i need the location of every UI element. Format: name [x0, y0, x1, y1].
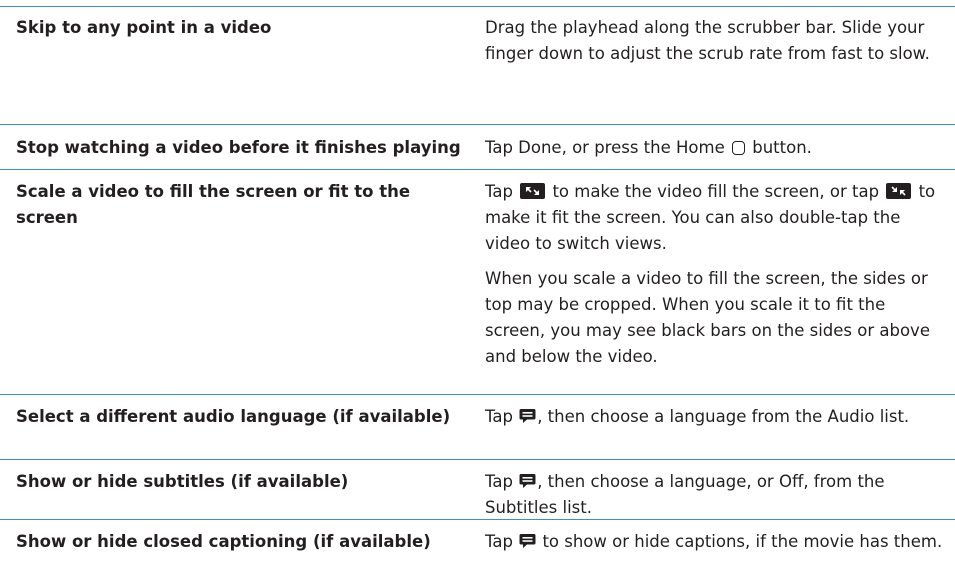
description-text: Tap Done, or press the Home button.: [485, 135, 945, 161]
description-text-part: Tap: [485, 407, 513, 426]
description-text-part: Tap Done, or press the Home: [485, 138, 725, 157]
action-label: Show or hide subtitles (if available): [16, 472, 349, 491]
action-label: Scale a video to fill the screen or fit …: [16, 182, 411, 227]
description-text: Drag the playhead along the scrubber bar…: [485, 18, 930, 63]
description-text-part: Tap: [485, 182, 513, 201]
description-text: When you scale a video to fill the scree…: [485, 269, 930, 366]
action-label: Skip to any point in a video: [16, 18, 272, 37]
table-row: Show or hide subtitles (if available) Ta…: [0, 459, 955, 519]
speech-bubble-icon: [519, 409, 536, 423]
description-text: Tap to show or hide captions, if the mov…: [485, 529, 945, 555]
action-description: Tap to show or hide captions, if the mov…: [485, 529, 945, 555]
action-label: Show or hide closed captioning (if avail…: [16, 532, 431, 551]
action-description: Drag the playhead along the scrubber bar…: [485, 15, 945, 67]
action-label: Select a different audio language (if av…: [16, 407, 451, 426]
speech-bubble-icon: [519, 474, 536, 488]
description-text-part: Tap: [485, 532, 513, 551]
table-row: Scale a video to fill the screen or fit …: [0, 169, 955, 394]
action-label: Stop watching a video before it finishes…: [16, 138, 461, 157]
fill-screen-icon: [520, 183, 546, 199]
description-text: Tap to make the video fill the screen, o…: [485, 179, 945, 257]
action-description: Tap , then choose a language from the Au…: [485, 404, 945, 430]
fit-screen-icon: [886, 183, 912, 199]
description-text-part: , then choose a language from the Audio …: [537, 407, 910, 426]
table-row: Select a different audio language (if av…: [0, 394, 955, 459]
description-text-part: to make the video fill the screen, or ta…: [552, 182, 880, 201]
description-text-part: , then choose a language, or Off, from t…: [485, 472, 885, 517]
description-text-part: button.: [752, 138, 812, 157]
action-description: Tap to make the video fill the screen, o…: [485, 179, 945, 370]
table-row: Stop watching a video before it finishes…: [0, 124, 955, 169]
description-text-part: to show or hide captions, if the movie h…: [542, 532, 943, 551]
description-text: Tap , then choose a language, or Off, fr…: [485, 469, 945, 521]
table-row: Skip to any point in a video Drag the pl…: [0, 6, 955, 124]
video-controls-table: Skip to any point in a video Drag the pl…: [0, 0, 955, 581]
table-row: Show or hide closed captioning (if avail…: [0, 519, 955, 581]
home-button-icon: [731, 141, 745, 155]
action-description: Tap Done, or press the Home button.: [485, 135, 945, 161]
description-text: Tap , then choose a language from the Au…: [485, 404, 945, 430]
speech-bubble-icon: [519, 534, 536, 548]
action-description: Tap , then choose a language, or Off, fr…: [485, 469, 945, 521]
description-text-part: Tap: [485, 472, 513, 491]
